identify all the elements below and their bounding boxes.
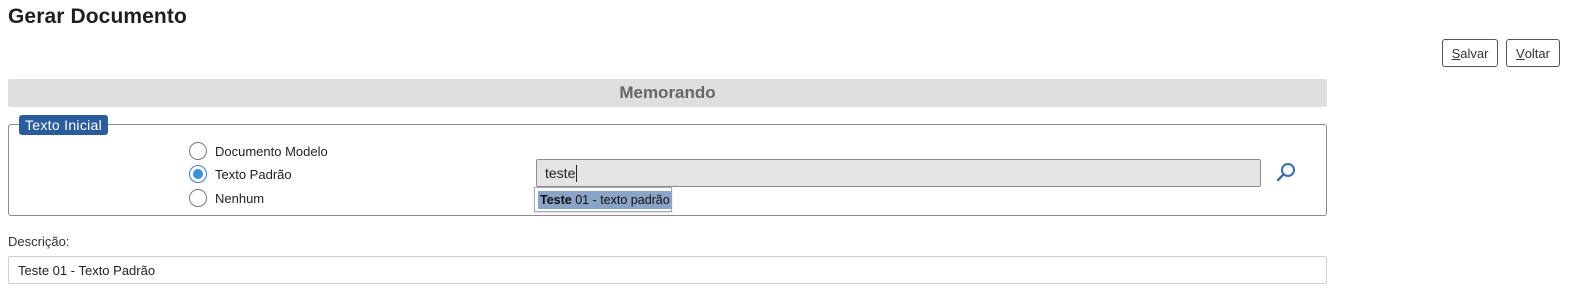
autocomplete-dropdown: Teste 01 - texto padrão (534, 187, 672, 212)
radio-circle-icon[interactable] (189, 189, 207, 207)
radio-label: Nenhum (215, 190, 265, 206)
autocomplete-option[interactable]: Teste 01 - texto padrão (538, 191, 672, 209)
search-input-value: teste (545, 165, 576, 181)
section-title: Memorando (619, 83, 716, 102)
back-label-rest: oltar (1524, 45, 1550, 61)
back-button[interactable]: Voltar (1506, 39, 1560, 67)
descricao-label: Descrição: (8, 234, 70, 249)
descricao-input[interactable]: Teste 01 - Texto Padrão (8, 256, 1327, 284)
search-icon[interactable] (1275, 161, 1297, 183)
save-button[interactable]: Salvar (1442, 39, 1498, 67)
autocomplete-match: Teste (540, 193, 572, 207)
back-accel: V (1516, 45, 1525, 61)
page-title: Gerar Documento (8, 5, 187, 28)
texto-padrao-search-input[interactable]: teste (536, 159, 1261, 187)
texto-inicial-legend: Texto Inicial (19, 115, 109, 135)
radio-circle-icon[interactable] (189, 142, 207, 160)
save-accel: S (1451, 45, 1461, 61)
radio-texto-padrao[interactable]: Texto Padrão (189, 164, 292, 184)
radio-label: Documento Modelo (215, 143, 328, 159)
radio-label: Texto Padrão (215, 166, 292, 182)
radio-checked-icon[interactable] (189, 165, 207, 183)
section-header: Memorando (8, 79, 1327, 107)
descricao-value: Teste 01 - Texto Padrão (18, 262, 156, 278)
autocomplete-rest: 01 - texto padrão (571, 193, 670, 207)
text-caret (576, 164, 578, 182)
save-label-rest: alvar (1460, 45, 1489, 61)
radio-nenhum[interactable]: Nenhum (189, 188, 264, 208)
radio-documento-modelo[interactable]: Documento Modelo (189, 141, 328, 161)
